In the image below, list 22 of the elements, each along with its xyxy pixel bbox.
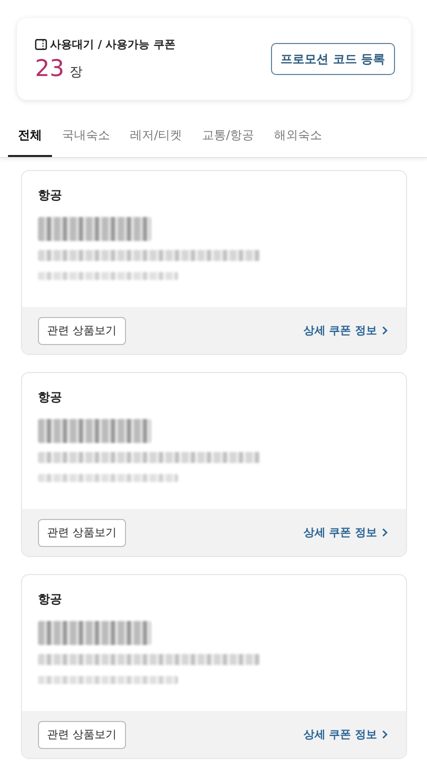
coupon-summary-label: 사용대기 / 사용가능 쿠폰 (50, 36, 176, 52)
coupon-count: 23 (35, 56, 64, 82)
category-tab[interactable]: 해외숙소 (264, 123, 332, 157)
category-tab[interactable]: 국내숙소 (52, 123, 120, 157)
coupon-category: 항공 (38, 187, 62, 204)
chevron-right-icon (382, 528, 388, 537)
related-products-button[interactable]: 관련 상품보기 (38, 316, 126, 344)
count-unit: 장 (69, 64, 82, 80)
related-products-button[interactable]: 관련 상품보기 (38, 518, 126, 546)
coupon-details-link[interactable]: 상세 쿠폰 정보 (303, 323, 377, 338)
category-tab[interactable]: 전체 (8, 123, 52, 157)
category-tab[interactable]: 교통/항공 (192, 123, 264, 157)
coupon-details-link[interactable]: 상세 쿠폰 정보 (303, 727, 377, 742)
chevron-right-icon (382, 326, 388, 335)
chevron-right-icon (382, 730, 388, 739)
coupon-category: 항공 (38, 389, 62, 406)
related-products-button[interactable]: 관련 상품보기 (38, 720, 126, 748)
coupon-category: 항공 (38, 591, 62, 608)
category-tab[interactable]: 레저/티켓 (120, 123, 192, 157)
promo-code-button[interactable]: 프로모션 코드 등록 (270, 43, 395, 75)
coupon-details-link[interactable]: 상세 쿠폰 정보 (303, 525, 377, 540)
ticket-icon (35, 38, 47, 50)
